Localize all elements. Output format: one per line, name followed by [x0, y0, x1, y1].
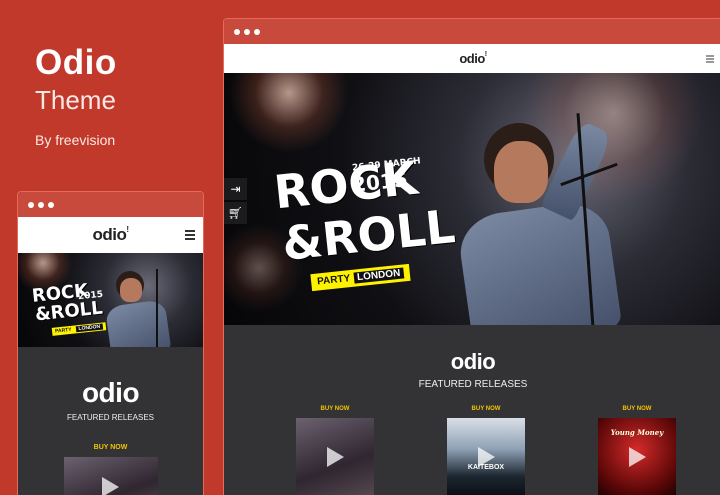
album-cover[interactable]	[63, 457, 158, 495]
window-dot-icon	[28, 201, 34, 208]
promo-block: Odio Theme By freevision	[35, 43, 117, 149]
promo-subtitle: Theme	[35, 85, 116, 115]
side-tools: ⇥ 🛒︎	[224, 178, 247, 224]
mobile-preview: odio! ROCK &ROLL 2015 PARTY LONDON odio F…	[17, 191, 204, 495]
site-logo[interactable]: odio!	[459, 51, 487, 66]
window-dot-icon	[38, 201, 44, 208]
browser-bar	[224, 19, 720, 44]
singer-photo	[434, 93, 704, 325]
album-item: BUY NOW Young Money	[598, 406, 676, 495]
stage-light	[229, 73, 349, 153]
buy-now-link[interactable]: BUY NOW	[623, 406, 652, 412]
hero-banner: ROCK &ROLL 2015 PARTY LONDON	[18, 253, 203, 347]
album-item: BUY NOW	[296, 406, 374, 495]
singer-photo	[98, 261, 198, 347]
section-heading: FEATURED RELEASES	[418, 379, 528, 390]
hamburger-icon[interactable]	[706, 55, 714, 62]
window-dot-icon	[48, 201, 54, 208]
album-list: BUY NOW BUY NOW KAITEBOX BUY NOW Young M…	[224, 406, 720, 495]
cart-icon[interactable]: 🛒︎	[224, 202, 247, 224]
album-cover[interactable]: Young Money	[598, 418, 676, 495]
album-cover-tag: KAITEBOX	[467, 464, 505, 471]
play-icon[interactable]	[326, 447, 344, 467]
album-item: BUY NOW KAITEBOX	[447, 406, 525, 495]
promo-title: Odio	[35, 43, 117, 82]
promo-byline: By freevision	[35, 132, 116, 148]
featured-releases-section: odio FEATURED RELEASES BUY NOW	[18, 347, 203, 495]
album-cover[interactable]: KAITEBOX	[447, 418, 525, 495]
window-dot-icon	[234, 28, 240, 35]
play-icon[interactable]	[628, 447, 646, 467]
section-logo: odio	[81, 377, 140, 408]
buy-now-link[interactable]: BUY NOW	[18, 444, 203, 451]
site-header: odio!	[18, 217, 203, 253]
play-icon[interactable]	[102, 477, 119, 495]
album-cover[interactable]	[296, 418, 374, 495]
site-logo[interactable]: odio!	[92, 225, 129, 245]
hero-title-line2: &ROLL	[34, 297, 104, 326]
buy-now-link[interactable]: BUY NOW	[321, 406, 350, 412]
desktop-preview: odio! ROCK &ROLL 26-29 MARCH 2015 PARTY L…	[223, 18, 720, 495]
window-dot-icon	[244, 28, 250, 35]
section-heading: FEATURED RELEASES	[67, 413, 154, 422]
hero-banner: ROCK &ROLL 26-29 MARCH 2015 PARTY LONDON …	[224, 73, 720, 325]
login-icon[interactable]: ⇥	[224, 178, 247, 200]
hero-title-line2: &ROLL	[279, 199, 458, 271]
party-badge: PARTY LONDON	[310, 263, 411, 292]
album-cover-tag: Young Money	[610, 428, 664, 437]
site-header: odio!	[224, 44, 720, 73]
featured-releases-section: odio FEATURED RELEASES BUY NOW BUY NOW K…	[224, 325, 720, 495]
browser-bar	[18, 192, 203, 217]
section-logo: odio	[450, 349, 496, 374]
hamburger-icon[interactable]	[185, 230, 195, 240]
buy-now-link[interactable]: BUY NOW	[472, 406, 501, 412]
window-dot-icon	[254, 28, 260, 35]
